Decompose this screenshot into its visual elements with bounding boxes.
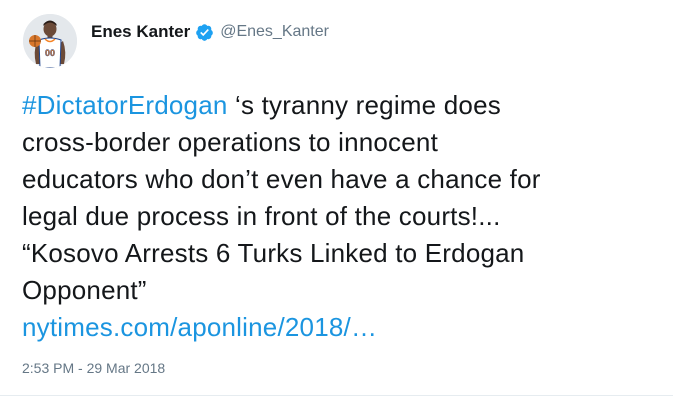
author-handle[interactable]: @Enes_Kanter (220, 23, 329, 41)
tweet-text-segment: ‘s tyranny regime does (227, 90, 501, 120)
verified-badge-icon (195, 23, 214, 42)
tweet-text-line: cross-border operations to innocent (22, 127, 439, 157)
author-display-name[interactable]: Enes Kanter (91, 22, 190, 42)
tweet-text-line: Opponent” (22, 275, 147, 305)
tweet-card: 00 Enes Kanter @Enes_Kanter #DictatorErd… (0, 0, 673, 401)
divider (0, 395, 673, 396)
tweet-text: #DictatorErdogan ‘s tyranny regime does … (22, 87, 662, 346)
tweet-text-line: #DictatorErdogan ‘s tyranny regime does (22, 87, 662, 124)
author-block: Enes Kanter @Enes_Kanter (91, 20, 329, 44)
basketball-player-avatar: 00 (23, 14, 77, 68)
tweet-text-line: nytimes.com/aponline/2018/… (22, 309, 662, 346)
tweet-text-line: “Kosovo Arrests 6 Turks Linked to Erdoga… (22, 238, 525, 268)
profile-avatar[interactable]: 00 (23, 14, 77, 68)
tweet-text-line: educators who don’t even have a chance f… (22, 164, 541, 194)
svg-text:00: 00 (45, 48, 55, 58)
tweet-timestamp[interactable]: 2:53 PM - 29 Mar 2018 (22, 360, 165, 376)
tweet-text-line: legal due process in front of the courts… (22, 201, 501, 231)
hashtag-link[interactable]: #DictatorErdogan (22, 90, 228, 120)
article-link[interactable]: nytimes.com/aponline/2018/… (22, 312, 377, 342)
